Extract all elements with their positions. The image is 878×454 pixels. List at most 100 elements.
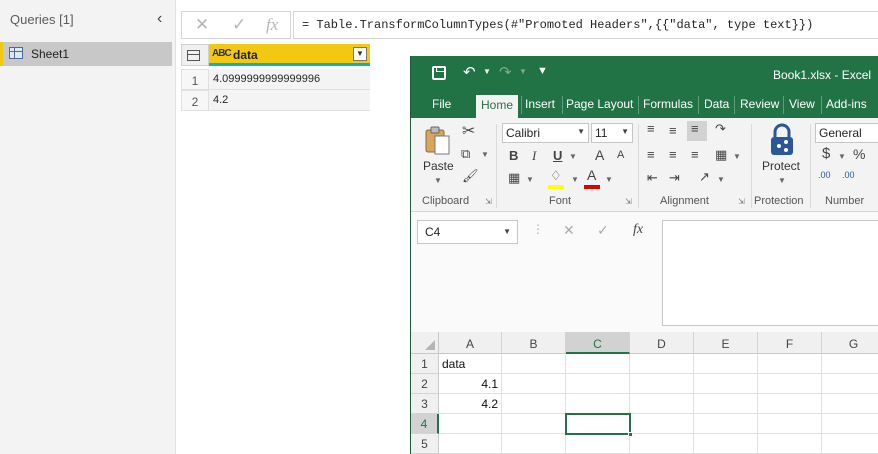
shrink-font-button[interactable]: A bbox=[617, 149, 624, 161]
cell-b1[interactable] bbox=[502, 354, 566, 374]
underline-dropdown-icon[interactable]: ▼ bbox=[569, 152, 577, 161]
row-header-5[interactable]: 5 bbox=[411, 434, 439, 454]
align-center-icon[interactable]: ≡ bbox=[669, 147, 677, 162]
number-format-dropdown[interactable]: General bbox=[815, 123, 878, 143]
cell-f1[interactable] bbox=[758, 354, 822, 374]
underline-button[interactable]: U bbox=[553, 148, 562, 163]
merge-dropdown-icon[interactable]: ▼ bbox=[733, 152, 741, 161]
column-header-d[interactable]: D bbox=[630, 332, 694, 354]
dialog-launcher-icon[interactable]: ⇲ bbox=[485, 197, 492, 206]
percent-button[interactable]: % bbox=[853, 146, 865, 162]
protect-dropdown-icon[interactable]: ▼ bbox=[778, 176, 786, 185]
cell-g2[interactable] bbox=[822, 374, 878, 394]
align-bottom-icon[interactable]: ≡ bbox=[687, 121, 707, 141]
row-header-1[interactable]: 1 bbox=[411, 354, 439, 374]
cell-e4[interactable] bbox=[694, 414, 758, 434]
cell-g5[interactable] bbox=[822, 434, 878, 454]
fill-color-dropdown-icon[interactable]: ▼ bbox=[571, 175, 579, 184]
font-color-dropdown-icon[interactable]: ▼ bbox=[605, 175, 613, 184]
column-header-a[interactable]: A bbox=[439, 332, 502, 354]
align-left-icon[interactable]: ≡ bbox=[647, 147, 655, 162]
paste-icon[interactable] bbox=[424, 124, 452, 156]
decrease-decimal-button[interactable]: .00 bbox=[842, 170, 855, 180]
row-header-2[interactable]: 2 bbox=[411, 374, 439, 394]
tab-review[interactable]: Review bbox=[740, 97, 779, 111]
column-header-e[interactable]: E bbox=[694, 332, 758, 354]
cut-icon[interactable]: ✂ bbox=[462, 121, 475, 141]
save-icon[interactable] bbox=[432, 66, 446, 80]
cancel-icon[interactable]: ✕ bbox=[195, 15, 209, 35]
check-icon[interactable]: ✓ bbox=[232, 15, 246, 35]
format-painter-icon[interactable]: 🖌 bbox=[462, 168, 479, 184]
cell-b4[interactable] bbox=[502, 414, 566, 434]
chevron-left-icon[interactable]: ‹ bbox=[157, 10, 162, 28]
fill-handle[interactable] bbox=[628, 432, 633, 437]
orientation-icon[interactable]: ↗ bbox=[699, 169, 710, 185]
tab-view[interactable]: View bbox=[789, 97, 815, 111]
paste-button[interactable]: Paste bbox=[423, 159, 454, 173]
table-menu-button[interactable] bbox=[181, 44, 209, 66]
currency-button[interactable]: $ bbox=[822, 145, 830, 162]
tab-home[interactable]: Home bbox=[476, 95, 519, 118]
fx-icon[interactable]: fx bbox=[266, 15, 278, 35]
font-color-button[interactable]: A bbox=[587, 167, 596, 183]
column-header-c[interactable]: C bbox=[566, 332, 630, 354]
insert-function-button[interactable]: fx bbox=[633, 222, 643, 238]
cell-a2[interactable]: 4.1 bbox=[439, 374, 502, 394]
pq-formula-input[interactable]: = Table.TransformColumnTypes(#"Promoted … bbox=[293, 11, 878, 39]
column-header-b[interactable]: B bbox=[502, 332, 566, 354]
undo-dropdown-icon[interactable]: ▼ bbox=[483, 67, 491, 76]
cell-c3[interactable] bbox=[566, 394, 630, 414]
copy-icon[interactable]: ⧉ bbox=[461, 146, 470, 162]
currency-dropdown-icon[interactable]: ▼ bbox=[838, 152, 846, 161]
cell-d1[interactable] bbox=[630, 354, 694, 374]
row-header-4[interactable]: 4 bbox=[411, 414, 439, 434]
filter-dropdown-icon[interactable]: ▼ bbox=[353, 47, 367, 61]
italic-button[interactable]: I bbox=[532, 148, 536, 164]
active-cell-border[interactable] bbox=[565, 413, 633, 437]
decrease-indent-icon[interactable]: ⇤ bbox=[647, 170, 658, 186]
protect-button[interactable]: Protect bbox=[762, 159, 800, 173]
borders-icon[interactable]: ▦ bbox=[508, 170, 520, 186]
cell-c1[interactable] bbox=[566, 354, 630, 374]
column-header-f[interactable]: F bbox=[758, 332, 822, 354]
tab-formulas[interactable]: Formulas bbox=[643, 97, 693, 111]
grow-font-button[interactable]: A bbox=[595, 147, 604, 163]
more-icon[interactable]: ⋮ bbox=[532, 222, 544, 236]
cell-b5[interactable] bbox=[502, 434, 566, 454]
select-all-button[interactable] bbox=[411, 332, 439, 354]
tab-page-layout[interactable]: Page Layout bbox=[566, 97, 633, 111]
copy-dropdown-icon[interactable]: ▼ bbox=[481, 150, 489, 159]
tab-insert[interactable]: Insert bbox=[525, 97, 555, 111]
font-name-dropdown[interactable]: Calibri ▼ bbox=[502, 123, 589, 143]
fill-color-icon[interactable]: ♢ bbox=[550, 168, 562, 184]
font-size-dropdown[interactable]: 11 ▼ bbox=[591, 123, 633, 143]
cell-f2[interactable] bbox=[758, 374, 822, 394]
text-type-icon[interactable]: ABC bbox=[212, 48, 232, 59]
table-cell[interactable]: 4.2 bbox=[209, 90, 370, 111]
cell-b3[interactable] bbox=[502, 394, 566, 414]
cell-e2[interactable] bbox=[694, 374, 758, 394]
orientation-dropdown-icon[interactable]: ▼ bbox=[717, 175, 725, 184]
borders-dropdown-icon[interactable]: ▼ bbox=[526, 175, 534, 184]
paste-dropdown-icon[interactable]: ▼ bbox=[434, 176, 442, 185]
row-header-3[interactable]: 3 bbox=[411, 394, 439, 414]
cell-g3[interactable] bbox=[822, 394, 878, 414]
cell-d2[interactable] bbox=[630, 374, 694, 394]
query-item-sheet1[interactable]: Sheet1 bbox=[0, 42, 172, 66]
align-top-icon[interactable]: ≡ bbox=[647, 121, 655, 136]
cell-g4[interactable] bbox=[822, 414, 878, 434]
tab-file[interactable]: File bbox=[432, 97, 451, 111]
customize-qat-icon[interactable]: ▼ bbox=[537, 65, 548, 77]
lock-icon[interactable] bbox=[767, 123, 797, 157]
cell-a4[interactable] bbox=[439, 414, 502, 434]
align-middle-icon[interactable]: ≡ bbox=[669, 123, 677, 138]
tab-data[interactable]: Data bbox=[704, 97, 729, 111]
cell-g1[interactable] bbox=[822, 354, 878, 374]
wrap-text-icon[interactable]: ↷ bbox=[715, 121, 726, 137]
column-header-g[interactable]: G bbox=[822, 332, 878, 354]
dialog-launcher-icon[interactable]: ⇲ bbox=[738, 197, 745, 206]
increase-indent-icon[interactable]: ⇥ bbox=[669, 170, 680, 186]
undo-icon[interactable]: ↶ bbox=[463, 63, 476, 81]
cell-e5[interactable] bbox=[694, 434, 758, 454]
